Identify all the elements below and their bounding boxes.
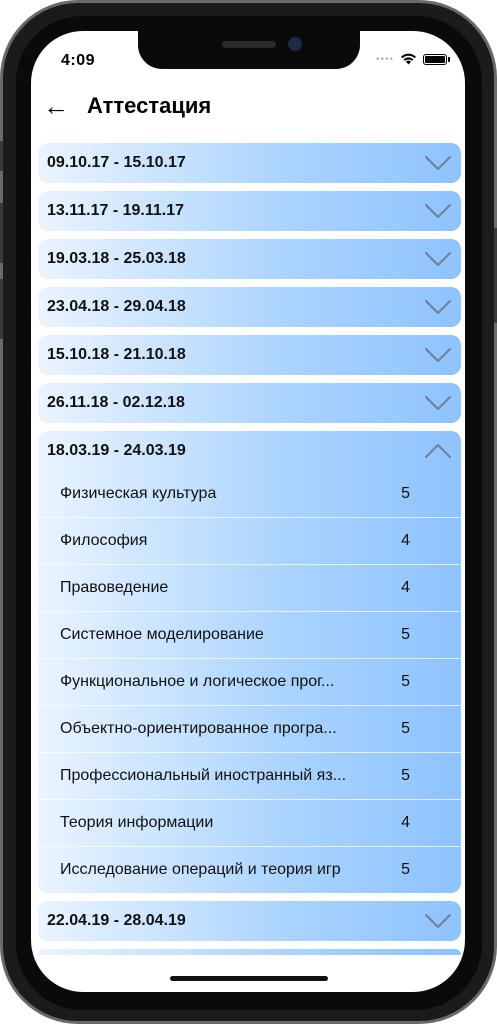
- period-group: 09.10.17 - 15.10.17: [38, 143, 461, 183]
- subject-row[interactable]: Физическая культура 5: [38, 471, 461, 517]
- period-header[interactable]: 18.03.19 - 24.03.19: [38, 431, 461, 471]
- period-label: 09.10.17 - 15.10.17: [47, 154, 186, 171]
- period-header[interactable]: 13.11.17 - 19.11.17: [38, 191, 461, 231]
- app-screen: 4:09 •••• ← Аттестация 09.10.17 - 15.10.…: [31, 31, 465, 992]
- subject-name: Функциональное и логическое прог...: [60, 673, 335, 690]
- status-time: 4:09: [61, 52, 96, 69]
- subject-grade: 5: [401, 485, 410, 502]
- subject-grade: 5: [401, 767, 410, 784]
- nav-header: ← Аттестация: [43, 93, 211, 119]
- chevron-down-icon[interactable]: [425, 204, 451, 218]
- chevron-down-icon[interactable]: [425, 156, 451, 170]
- subject-grade: 4: [401, 532, 410, 549]
- home-indicator[interactable]: [170, 976, 328, 981]
- period-group: 19.03.18 - 25.03.18: [38, 239, 461, 279]
- subject-name: Профессиональный иностранный яз...: [60, 767, 347, 784]
- period-label: 22.04.19 - 28.04.19: [47, 912, 186, 929]
- period-header[interactable]: 22.04.19 - 28.04.19: [38, 901, 461, 941]
- chevron-down-icon[interactable]: [425, 300, 451, 314]
- period-label: 13.11.17 - 19.11.17: [47, 202, 185, 219]
- front-camera: [288, 37, 302, 51]
- subject-list: Физическая культура 5 Философия 4 Правоведен…: [38, 471, 461, 893]
- mute-switch: [0, 141, 3, 171]
- subject-row[interactable]: Философия 4: [38, 517, 461, 564]
- subject-name: Философия: [60, 532, 148, 549]
- wifi-icon: [401, 53, 416, 65]
- chevron-down-icon[interactable]: [425, 396, 451, 410]
- subject-row[interactable]: Объектно-ориентированное програ... 5: [38, 705, 461, 752]
- page-title: Аттестация: [87, 93, 212, 118]
- subject-row[interactable]: Теория информации 4: [38, 799, 461, 846]
- period-list: 09.10.17 - 15.10.17 13.11.17 - 19.11.17 19…: [38, 143, 461, 955]
- chevron-down-icon[interactable]: [425, 914, 451, 928]
- period-header[interactable]: 23.04.18 - 29.04.18: [38, 287, 461, 327]
- chevron-down-icon[interactable]: [425, 252, 451, 266]
- period-header[interactable]: 19.03.18 - 25.03.18: [38, 239, 461, 279]
- subject-grade: 4: [401, 814, 410, 831]
- period-header[interactable]: 26.11.18 - 02.12.18: [38, 383, 461, 423]
- subject-row[interactable]: Системное моделирование 5: [38, 611, 461, 658]
- period-header[interactable]: 15.10.18 - 21.10.18: [38, 335, 461, 375]
- period-group: 22.04.19 - 28.04.19: [38, 901, 461, 941]
- subject-grade: 5: [401, 673, 410, 690]
- period-group: 23.04.18 - 29.04.18: [38, 287, 461, 327]
- subject-row[interactable]: Функциональное и логическое прог... 5: [38, 658, 461, 705]
- volume-up-button: [0, 203, 3, 263]
- signal-icon: ••••: [375, 53, 394, 65]
- battery-icon: [423, 53, 450, 65]
- subject-name: Объектно-ориентированное програ...: [60, 720, 337, 737]
- period-label: 15.10.18 - 21.10.18: [47, 346, 186, 363]
- period-label: 26.11.18 - 02.12.18: [47, 394, 185, 411]
- period-group: 18.03.19 - 24.03.19 Физическая культура 5 Ф…: [38, 431, 461, 893]
- speaker-grille: [222, 41, 276, 48]
- subject-grade: 4: [401, 579, 410, 596]
- subject-row[interactable]: Исследование операций и теория игр 5: [38, 846, 461, 893]
- period-group: 26.11.18 - 02.12.18: [38, 383, 461, 423]
- subject-name: Правоведение: [60, 579, 169, 596]
- period-label: 23.04.18 - 29.04.18: [47, 298, 186, 315]
- period-header[interactable]: 09.10.17 - 15.10.17: [38, 143, 461, 183]
- period-group: 15.10.18 - 21.10.18: [38, 335, 461, 375]
- chevron-up-icon[interactable]: [425, 444, 451, 458]
- subject-grade: 5: [401, 626, 410, 643]
- next-period-peek: [38, 949, 461, 955]
- period-label: 18.03.19 - 24.03.19: [47, 442, 186, 459]
- subject-name: Системное моделирование: [60, 626, 264, 643]
- notch: [138, 31, 360, 69]
- status-icons: ••••: [375, 53, 450, 65]
- subject-name: Физическая культура: [60, 485, 217, 502]
- period-label: 19.03.18 - 25.03.18: [47, 250, 186, 267]
- volume-down-button: [0, 279, 3, 339]
- back-arrow-icon[interactable]: ←: [43, 93, 77, 119]
- subject-name: Исследование операций и теория игр: [60, 861, 341, 878]
- subject-grade: 5: [401, 861, 410, 878]
- subject-row[interactable]: Профессиональный иностранный яз... 5: [38, 752, 461, 799]
- chevron-down-icon[interactable]: [425, 348, 451, 362]
- subject-grade: 5: [401, 720, 410, 737]
- subject-row[interactable]: Правоведение 4: [38, 564, 461, 611]
- subject-name: Теория информации: [60, 814, 214, 831]
- period-group: 13.11.17 - 19.11.17: [38, 191, 461, 231]
